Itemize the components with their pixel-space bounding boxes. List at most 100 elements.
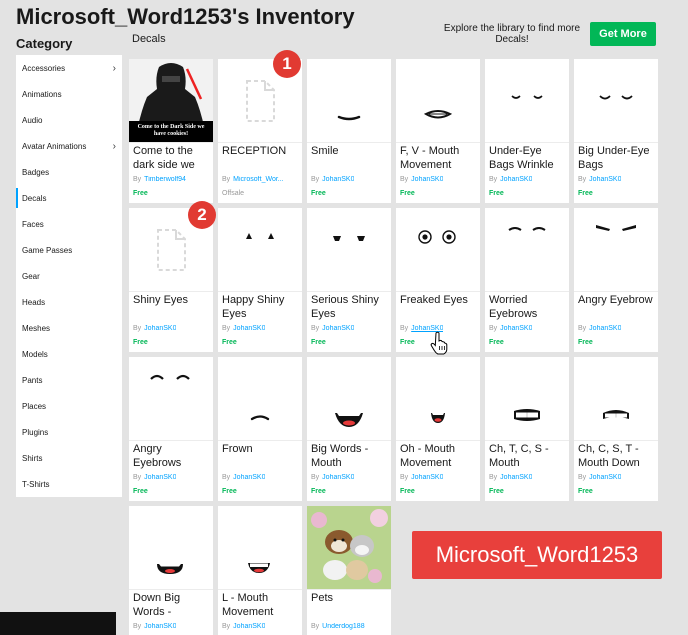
sidebar-item-game-passes[interactable]: Game Passes [16,237,122,263]
creator-link[interactable]: JohanSK0 [233,325,265,332]
sidebar-item-avatar-animations[interactable]: Avatar Animations › [16,133,122,159]
item-name[interactable]: Frown [222,442,299,470]
item-thumbnail[interactable] [307,59,391,143]
creator-by-label: By [133,474,142,481]
item-card[interactable]: Under-Eye Bags Wrinkle By JohanSK0 Free [485,59,569,203]
item-card[interactable]: Happy Shiny Eyes By JohanSK0 Free [218,208,302,352]
creator-link[interactable]: JohanSK0 [322,474,354,481]
item-card[interactable]: Frown By JohanSK0 Free [218,357,302,501]
creator-link[interactable]: JohanSK0 [589,474,621,481]
creator-link[interactable]: JohanSK0 [589,325,621,332]
creator-link[interactable]: JohanSK0 [322,176,354,183]
item-card[interactable]: Big Under-Eye Bags By JohanSK0 Free [574,59,658,203]
item-card[interactable]: Shiny Eyes By JohanSK0 Free [129,208,213,352]
item-thumbnail[interactable] [396,208,480,292]
item-name[interactable]: Shiny Eyes [133,293,210,321]
item-thumbnail[interactable] [574,59,658,143]
sidebar-item-decals[interactable]: Decals [16,185,122,211]
item-name[interactable]: Down Big Words - [133,591,210,619]
item-thumbnail[interactable] [307,208,391,292]
creator-link[interactable]: JohanSK0 [144,474,176,481]
item-card[interactable]: Ch, T, C, S - Mouth By JohanSK0 Free [485,357,569,501]
item-thumbnail[interactable] [574,357,658,441]
creator-link[interactable]: Microsoft_Wor... [233,176,283,183]
item-card[interactable]: Worried Eyebrows By JohanSK0 Free [485,208,569,352]
item-thumbnail[interactable] [307,357,391,441]
creator-link[interactable]: JohanSK0 [411,474,443,481]
get-more-button[interactable]: Get More [590,22,656,46]
creator-link[interactable]: JohanSK0 [144,623,176,630]
creator-link[interactable]: JohanSK0 [411,176,443,183]
item-name[interactable]: Ch, T, C, S - Mouth [489,442,566,470]
sidebar-item-places[interactable]: Places [16,393,122,419]
item-thumbnail[interactable] [574,208,658,292]
item-thumbnail[interactable] [218,506,302,590]
item-name[interactable]: Ch, C, S, T - Mouth Down [578,442,655,470]
creator-link[interactable]: JohanSK0 [589,176,621,183]
item-card[interactable]: Smile By JohanSK0 Free [307,59,391,203]
sidebar-item-pants[interactable]: Pants [16,367,122,393]
item-card[interactable]: RECEPTION By Microsoft_Wor... Offsale [218,59,302,203]
creator-link[interactable]: Timberwolf94 [144,176,186,183]
item-name[interactable]: Serious Shiny Eyes [311,293,388,321]
creator-link[interactable]: JohanSK0 [500,176,532,183]
creator-link[interactable]: JohanSK0 [233,474,265,481]
item-name[interactable]: Big Words - Mouth [311,442,388,470]
item-card[interactable]: Angry Eyebrows By JohanSK0 Free [129,357,213,501]
item-card[interactable]: Come to the Dark Side we have cookies! C… [129,59,213,203]
creator-link[interactable]: Underdog188 [322,623,364,630]
creator-link[interactable]: JohanSK0 [233,623,265,630]
item-name[interactable]: Angry Eyebrows [133,442,210,470]
item-thumbnail[interactable] [396,357,480,441]
sidebar-item-models[interactable]: Models [16,341,122,367]
item-name[interactable]: Oh - Mouth Movement [400,442,477,470]
sidebar-item-heads[interactable]: Heads [16,289,122,315]
item-card[interactable]: L - Mouth MovementByJohanSK0Free [218,506,302,635]
sidebar-item-accessories[interactable]: Accessories › [16,55,122,81]
sidebar-item-audio[interactable]: Audio [16,107,122,133]
item-thumbnail[interactable] [396,59,480,143]
item-name[interactable]: Pets [311,591,388,619]
item-name[interactable]: Angry Eyebrow [578,293,655,321]
item-card[interactable]: F, V - Mouth Movement By JohanSK0 Free [396,59,480,203]
sidebar-item-plugins[interactable]: Plugins [16,419,122,445]
item-thumbnail[interactable] [307,506,391,590]
sidebar-item-badges[interactable]: Badges [16,159,122,185]
item-card[interactable]: Angry Eyebrow By JohanSK0 Free [574,208,658,352]
creator-link[interactable]: JohanSK0 [144,325,176,332]
item-thumbnail[interactable] [129,506,213,590]
item-card[interactable]: Ch, C, S, T - Mouth Down By JohanSK0 Free [574,357,658,501]
item-card[interactable]: Down Big Words -ByJohanSK0Free [129,506,213,635]
item-card[interactable]: Oh - Mouth Movement By JohanSK0 Free [396,357,480,501]
item-thumbnail[interactable] [218,208,302,292]
item-thumbnail[interactable] [485,59,569,143]
item-thumbnail[interactable] [485,208,569,292]
item-thumbnail[interactable] [218,357,302,441]
item-card[interactable]: Serious Shiny Eyes By JohanSK0 Free [307,208,391,352]
sidebar-item-shirts[interactable]: Shirts [16,445,122,471]
sidebar-item-animations[interactable]: Animations [16,81,122,107]
sidebar-item-faces[interactable]: Faces [16,211,122,237]
creator-link[interactable]: JohanSK0 [500,325,532,332]
sidebar-item-meshes[interactable]: Meshes [16,315,122,341]
item-name[interactable]: Big Under-Eye Bags [578,144,655,172]
item-price: Free [133,488,148,495]
sidebar-item-gear[interactable]: Gear [16,263,122,289]
item-thumbnail[interactable]: Come to the Dark Side we have cookies! [129,59,213,143]
sidebar-item-t-shirts[interactable]: T-Shirts [16,471,122,497]
item-name[interactable]: Worried Eyebrows [489,293,566,321]
item-name[interactable]: F, V - Mouth Movement [400,144,477,172]
item-name[interactable]: Smile [311,144,388,172]
item-name[interactable]: Freaked Eyes [400,293,477,321]
item-card[interactable]: Big Words - Mouth By JohanSK0 Free [307,357,391,501]
creator-link[interactable]: JohanSK0 [322,325,354,332]
item-card[interactable]: PetsByUnderdog188Free [307,506,391,635]
creator-link[interactable]: JohanSK0 [500,474,532,481]
item-thumbnail[interactable] [485,357,569,441]
item-thumbnail[interactable] [129,357,213,441]
item-name[interactable]: Under-Eye Bags Wrinkle [489,144,566,172]
item-name[interactable]: RECEPTION [222,144,299,172]
item-name[interactable]: Come to the dark side we [133,144,210,172]
item-name[interactable]: Happy Shiny Eyes [222,293,299,321]
item-name[interactable]: L - Mouth Movement [222,591,299,619]
